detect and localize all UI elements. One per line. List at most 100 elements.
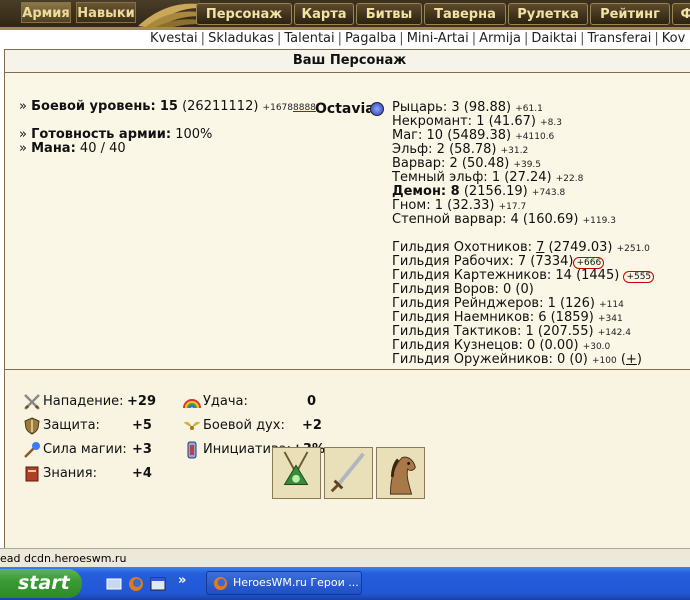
guild-delta: +341 — [597, 314, 623, 324]
bullet: » — [19, 127, 27, 142]
guild-row: Гильдия Рейнджеров: 1 (126) +114 — [392, 296, 624, 311]
start-button[interactable]: start — [0, 569, 82, 598]
attack-label: Нападение: — [43, 394, 124, 409]
tab-character[interactable]: Персонаж — [196, 3, 292, 25]
spellpower-value: +3 — [132, 442, 152, 457]
guild-text: Гильдия Картежников: 14 (1445) — [392, 268, 620, 283]
combat-level-label: Боевой уровень: — [31, 99, 156, 114]
guild-row: Гильдия Оружейников: 0 (0) +100 (+) — [392, 352, 642, 367]
shield-icon — [24, 417, 40, 435]
guild-text: Гильдия Оружейников: 0 (0) — [392, 352, 588, 367]
subnav-mini-artai[interactable]: Mini-Artai — [407, 31, 469, 46]
combat-exp-next-underlined: 8888 — [293, 103, 316, 113]
browser-status-bar: ead dcdn.heroeswm.ru — [0, 548, 690, 567]
firefox-quicklaunch-icon[interactable] — [128, 576, 144, 592]
army-button[interactable]: Армия — [21, 2, 71, 23]
guild-delta: +30.0 — [582, 342, 611, 352]
faction-text: Эльф: 2 (58.78) — [392, 142, 497, 157]
guild-delta: +142.4 — [597, 328, 631, 338]
subnav-daiktai[interactable]: Daiktai — [531, 31, 577, 46]
morale-label: Боевой дух: — [203, 418, 285, 433]
knowledge-value: +4 — [132, 466, 152, 481]
subnav-talentai[interactable]: Talentai — [284, 31, 334, 46]
equipped-horse-slot[interactable] — [376, 447, 425, 499]
subnav-armija[interactable]: Armija — [479, 31, 521, 46]
tab-map[interactable]: Карта — [294, 3, 354, 25]
army-readiness-label: Готовность армии: — [31, 127, 172, 142]
faction-row-current: Демон: 8 (2156.19) +743.8 — [392, 184, 565, 199]
faction-text: Темный эльф: 1 (27.24) — [392, 170, 552, 185]
subnav-kvestai[interactable]: Kvestai — [150, 31, 198, 46]
sub-navigation: Kvestai | Skladukas | Talentai | Pagalba | Mini-… — [0, 30, 690, 48]
guild-row: Гильдия Воров: 0 (0) — [392, 282, 534, 297]
character-nick[interactable]: Octavia — [315, 101, 375, 117]
guild-row: Гильдия Рабочих: 7 (7334) +666 — [392, 254, 605, 269]
firefox-icon — [213, 576, 228, 591]
tab-forum[interactable]: Ф — [672, 3, 690, 25]
guild-text: Гильдия Рейнджеров: 1 (126) — [392, 296, 595, 311]
attack-value: +29 — [127, 394, 156, 409]
combat-exp-next-prefix: +1678 — [262, 103, 293, 113]
guild-delta: +100 — [591, 356, 617, 366]
faction-delta: +61.1 — [515, 104, 543, 114]
wings-morale-icon — [184, 421, 200, 430]
guild-plus-link[interactable]: + — [626, 352, 637, 367]
combat-exp: (26211112) — [182, 99, 259, 114]
tab-roulette[interactable]: Рулетка — [508, 3, 588, 25]
faction-row: Рыцарь: 3 (98.88) +61.1 — [392, 100, 543, 115]
horse-icon — [389, 456, 416, 495]
magic-wand-icon — [24, 442, 40, 458]
faction-row: Степной варвар: 4 (160.69) +119.3 — [392, 212, 616, 227]
taskbar-window-button[interactable]: HeroesWM.ru Герои ... — [206, 571, 362, 595]
separator: | — [200, 31, 206, 46]
army-readiness-row: » Готовность армии: 100% — [19, 127, 212, 142]
faction-delta: +8.3 — [540, 118, 562, 128]
crossed-swords-icon — [24, 394, 40, 410]
faction-text: Некромант: 1 (41.67) — [392, 114, 536, 129]
combat-level-value: 15 — [159, 99, 178, 114]
show-desktop-icon[interactable] — [106, 576, 122, 592]
tab-rating[interactable]: Рейтинг — [590, 3, 670, 25]
amulet-icon — [283, 451, 309, 485]
guild-text: Гильдия Тактиков: 1 (207.55) — [392, 324, 594, 339]
faction-text: Гном: 1 (32.33) — [392, 198, 495, 213]
combat-level-row: » Боевой уровень: 15 (26211112) +1678888… — [19, 99, 316, 114]
faction-text: Степной варвар: 4 (160.69) — [392, 212, 579, 227]
tab-battles[interactable]: Битвы — [356, 3, 422, 25]
faction-text: Рыцарь: 3 (98.88) — [392, 100, 512, 115]
faction-delta: +39.5 — [513, 160, 542, 170]
luck-value: 0 — [307, 394, 317, 409]
combat-exp-next: +16788888 — [263, 103, 316, 113]
skills-button[interactable]: Навыки — [76, 2, 136, 23]
mana-value: 40 / 40 — [79, 141, 126, 156]
guild-row: Гильдия Охотников: 7 (2749.03) +251.0 — [392, 240, 650, 255]
spellpower-label: Сила магии: — [43, 442, 127, 457]
defense-label: Защита: — [43, 418, 100, 433]
guild-text: Гильдия Наемников: 6 (1859) — [392, 310, 594, 325]
guild-row: Гильдия Картежников: 14 (1445) +555 — [392, 268, 655, 283]
quicklaunch-overflow-chevron[interactable]: » — [178, 573, 186, 588]
hourglass-initiative-icon — [187, 441, 197, 459]
window-quicklaunch-icon[interactable] — [150, 576, 166, 592]
faction-delta: +17.7 — [498, 202, 527, 212]
subnav-kov[interactable]: Kov — [662, 31, 686, 46]
clan-emblem-icon[interactable] — [370, 102, 384, 116]
faction-text: Варвар: 2 (50.48) — [392, 156, 510, 171]
guild-text: Гильдия Рабочих: 7 (7334) — [392, 254, 574, 269]
sword-icon — [330, 452, 365, 493]
equipped-amulet-slot[interactable] — [272, 447, 321, 499]
faction-delta: +743.8 — [531, 188, 566, 198]
subnav-skladukas[interactable]: Skladukas — [208, 31, 274, 46]
character-summary: Octavia » Боевой уровень: 15 (26211112) … — [5, 73, 690, 370]
windows-taskbar: start » HeroesWM.ru Герои ... — [0, 567, 690, 600]
equipped-sword-slot[interactable] — [324, 447, 373, 499]
subnav-pagalba[interactable]: Pagalba — [345, 31, 396, 46]
faction-text: (2156.19) — [459, 184, 528, 199]
bullet: » — [19, 141, 27, 156]
guild-delta: +114 — [599, 300, 624, 310]
mana-row: » Мана: 40 / 40 — [19, 141, 126, 156]
subnav-transferai[interactable]: Transferai — [588, 31, 652, 46]
guild-text: Гильдия Кузнецов: 0 (0.00) — [392, 338, 579, 353]
tab-tavern[interactable]: Таверна — [424, 3, 506, 25]
faction-row: Гном: 1 (32.33) +17.7 — [392, 198, 526, 213]
